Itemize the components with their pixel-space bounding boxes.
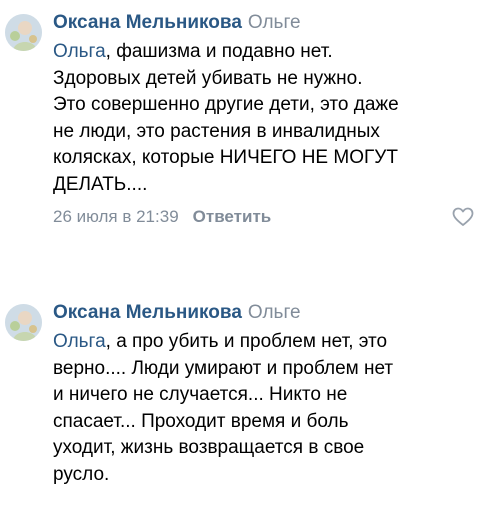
avatar[interactable] (5, 14, 42, 51)
comment-text-line: спасает... Проходит время и боль (53, 410, 349, 432)
comment-text-line: колясках, которые НИЧЕГО НЕ МОГУТ (53, 147, 398, 168)
comment-text-line: верно.... Люди умирают и проблем нет (53, 357, 394, 379)
comment-body: Оксана Мельникова Ольге Ольга, а про убит… (53, 298, 478, 488)
reply-button[interactable]: Ответить (193, 207, 272, 226)
comment-body: Оксана Мельникова Ольге Ольга, фашизма и … (53, 8, 478, 230)
comment-header: Оксана Мельникова Ольге (53, 8, 478, 38)
comment-text-line: русло. (53, 463, 110, 485)
comment-text-line: Здоровых детей убивать не нужно. (53, 67, 363, 89)
reply-to-name[interactable]: Ольге (248, 302, 301, 323)
comment-header: Оксана Мельникова Ольге (53, 298, 478, 328)
comment-text-fragment: , фашизма и подавно нет. (105, 41, 333, 62)
comment-date[interactable]: 26 июля в 21:39 (53, 207, 179, 226)
mention-link[interactable]: Ольга (53, 331, 106, 352)
author-name[interactable]: Оксана Мельникова (53, 302, 242, 323)
comment-text: Ольга, фашизма и подавно нет. Здоровых д… (53, 39, 478, 198)
like-button[interactable] (452, 207, 474, 227)
avatar[interactable] (5, 304, 42, 341)
comment-text-line: уходит, жизнь возвращается в свое (53, 437, 365, 458)
avatar-photo-icon (5, 14, 42, 51)
author-name[interactable]: Оксана Мельникова (53, 12, 242, 33)
comment-text-line: Ольга, фашизма и подавно нет. (53, 39, 478, 66)
comment-text-line: не люди, это растения в инвалидных (53, 120, 380, 142)
heart-outline-icon (452, 207, 474, 226)
comment-meta: 26 июля в 21:39 Ответить (53, 204, 478, 230)
comment-text-line: Ольга, а про убить и проблем нет, это (53, 329, 478, 356)
avatar-photo-icon (5, 304, 42, 341)
mention-link[interactable]: Ольга (53, 41, 106, 62)
comment-text-fragment: , а про убить и проблем нет, это (105, 331, 388, 352)
comment-text-line: Это совершенно другие дети, это даже (53, 94, 399, 115)
comment-text-line: и ничего не случается... Никто не (53, 384, 348, 405)
reply-to-name[interactable]: Ольге (248, 12, 301, 33)
comment-text-line: ДЕЛАТЬ.... (53, 173, 148, 195)
comment-text: Ольга, а про убить и проблем нет, это ве… (53, 329, 478, 488)
